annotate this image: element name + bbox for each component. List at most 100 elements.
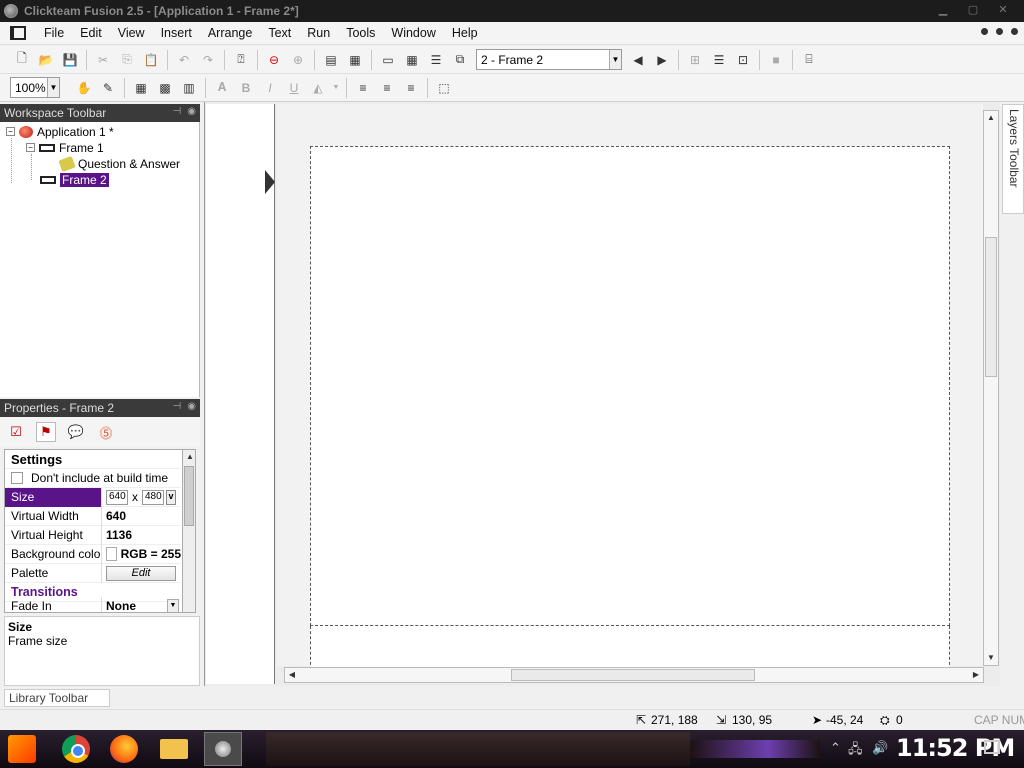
back-red-icon[interactable]: ⊖ [264,50,284,70]
chevron-down-icon[interactable]: ▼ [47,78,59,97]
next-frame-icon[interactable]: ▶ [652,50,672,70]
settings-tab-icon[interactable]: ☑ [6,422,26,442]
color-swatch[interactable] [106,547,117,561]
chevron-down-icon[interactable]: ▼ [609,50,621,69]
save-icon[interactable]: 💾 [60,50,80,70]
size-width-input[interactable]: 640 [106,489,128,505]
firefox-icon[interactable] [110,735,138,763]
scroll-thumb[interactable] [184,466,194,526]
chevron-up-icon[interactable]: ⌃ [830,740,841,756]
open-folder-icon[interactable]: 📂 [36,50,56,70]
menu-file[interactable]: File [36,26,72,40]
menu-help[interactable]: Help [444,26,486,40]
forward-icon[interactable]: ⊕ [288,50,308,70]
font-icon[interactable]: 𝐀 [212,78,232,98]
html5-tab-icon[interactable]: ⓹ [96,422,116,442]
italic-icon[interactable]: I [260,78,280,98]
menu-arrange[interactable]: Arrange [200,26,260,40]
align-left-icon[interactable]: ≡ [353,78,373,98]
frame-dropdown[interactable]: 2 - Frame 2 ▼ [476,49,622,70]
system-menu-icon[interactable] [10,26,26,40]
prop-background-color[interactable]: Background color RGB = 255 [5,544,181,564]
chrome-icon[interactable] [62,735,90,763]
scroll-thumb[interactable] [511,669,755,681]
undo-icon[interactable]: ↶ [174,50,194,70]
fill-color-icon[interactable]: ◭ [308,78,328,98]
tree-frame-1[interactable]: − Frame 1 [26,140,104,155]
align-center-icon[interactable]: ≡ [377,78,397,98]
dont-include-checkbox[interactable] [11,472,23,484]
cut-icon[interactable]: ✂ [93,50,113,70]
grid-snap-icon[interactable]: ▦ [131,78,151,98]
frame-list-icon[interactable]: ☰ [709,50,729,70]
insert-frame-icon[interactable]: ⊞ [685,50,705,70]
properties-scrollbar[interactable]: ▲ [182,449,196,613]
size-height-input[interactable]: 480 [142,489,164,505]
event-list-icon[interactable]: ▦ [345,50,365,70]
hand-icon[interactable]: ✋ [74,78,94,98]
new-file-icon[interactable]: 🗋 [12,50,32,70]
scroll-thumb[interactable] [985,237,997,377]
select-area-icon[interactable]: ⬚ [434,78,454,98]
chevron-down-icon[interactable]: ▼ [332,78,340,98]
edit-tool-icon[interactable]: ✎ [98,78,118,98]
size-preset-button[interactable]: v [166,489,176,505]
mdi-controls[interactable] [981,28,1018,35]
bold-icon[interactable]: B [236,78,256,98]
close-icon[interactable]: ◉ [187,106,196,117]
chevron-down-icon[interactable]: ▼ [167,599,179,612]
about-tab-icon[interactable]: 💬 [66,422,86,442]
volume-icon[interactable]: 🔊 [872,740,888,756]
copy-icon[interactable]: ⎘ [117,50,137,70]
build-icon[interactable]: ⌸ [799,50,819,70]
menu-tools[interactable]: Tools [338,26,383,40]
resize-frame-icon[interactable]: ⊡ [733,50,753,70]
clickteam-fusion-taskbar-icon[interactable] [204,732,242,766]
data-elements-icon[interactable]: ⧉ [450,50,470,70]
tree-object-qa[interactable]: Question & Answer [58,155,180,172]
vertical-scrollbar[interactable]: ▲ ▼ [983,110,999,666]
align-right-icon[interactable]: ≡ [401,78,421,98]
paste-icon[interactable]: 📋 [141,50,161,70]
frame-editor-icon[interactable]: ▭ [378,50,398,70]
prop-fade-in[interactable]: Fade In None ▼ [5,596,181,612]
menu-window[interactable]: Window [383,26,443,40]
tree-application[interactable]: − Application 1 * [6,124,114,139]
runtime-tab-icon[interactable]: ⚑ [36,422,56,442]
layers-toolbar-tab[interactable]: Layers Toolbar [1002,104,1024,214]
frame-area[interactable] [310,146,950,626]
stop-icon[interactable]: ■ [766,50,786,70]
pin-icon[interactable]: ⊣ [173,401,182,412]
menu-insert[interactable]: Insert [153,26,200,40]
menu-edit[interactable]: Edit [72,26,110,40]
pin-icon[interactable]: ⊣ [173,106,182,117]
library-toolbar-tab[interactable]: Library Toolbar [4,689,110,707]
menu-run[interactable]: Run [299,26,338,40]
zoom-dropdown[interactable]: 100% ▼ [10,77,60,98]
notifications-icon[interactable] [984,740,1000,754]
prop-virtual-width[interactable]: Virtual Width 640 [5,506,181,526]
palette-edit-button[interactable]: Edit [106,565,176,581]
event-editor-icon[interactable]: ▦ [402,50,422,70]
grid-setup-icon[interactable]: ▥ [179,78,199,98]
redo-icon[interactable]: ↷ [198,50,218,70]
horizontal-scrollbar[interactable]: ◀ ▶ [284,667,984,683]
tree-frame-2[interactable]: Frame 2 [40,172,109,187]
network-icon[interactable]: 🖧 [848,740,863,762]
close-button[interactable]: ✕ [988,3,1018,16]
menu-view[interactable]: View [110,26,153,40]
grid-show-icon[interactable]: ▩ [155,78,175,98]
prop-size[interactable]: Size 640 x 480 v [5,487,181,507]
minimize-button[interactable]: ▁ [928,3,958,16]
file-explorer-icon[interactable] [160,739,188,759]
prop-dont-include[interactable]: Don't include at build time [5,469,181,488]
virtual-area[interactable] [310,626,950,670]
help-icon[interactable]: ⍰ [231,50,251,70]
prop-palette[interactable]: Palette Edit [5,563,181,583]
menu-text[interactable]: Text [260,26,299,40]
start-menu-icon[interactable] [8,735,36,763]
prev-frame-icon[interactable]: ◀ [628,50,648,70]
storyboard-icon[interactable]: ▤ [321,50,341,70]
underline-icon[interactable]: U [284,78,304,98]
prop-virtual-height[interactable]: Virtual Height 1136 [5,525,181,545]
